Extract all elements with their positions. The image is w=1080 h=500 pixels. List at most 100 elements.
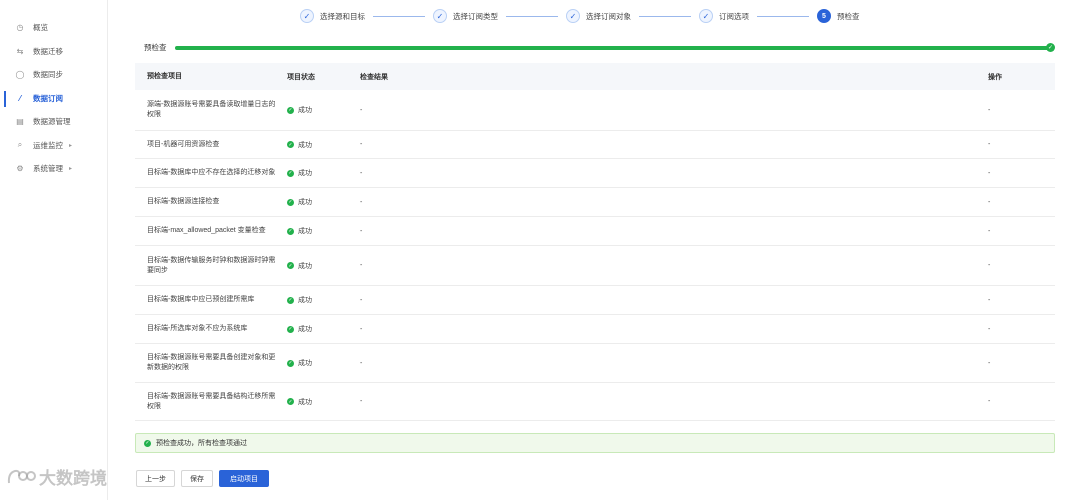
table-row: 目标端-max_allowed_packet 变量检查 ✓ 成功 - - <box>135 217 1055 246</box>
header-item: 预检查项目 <box>147 72 182 80</box>
step-item: ✓ 订阅选项 <box>699 9 749 23</box>
main-content: ✓ 选择源和目标 ✓ 选择订阅类型 ✓ 选择订阅对象 ✓ 订阅选项 5 预检查 预检查 ✓ 预检查… <box>122 0 1080 500</box>
precheck-progress-bar <box>175 45 1051 50</box>
header-result: 检查结果 <box>360 73 388 81</box>
status-badge: ✓ 成功 <box>287 105 312 115</box>
status-badge: ✓ 成功 <box>287 324 312 334</box>
header-action: 操作 <box>988 73 1002 81</box>
cell-item: 目标端-数据库中应已预创建所需库 <box>147 296 255 303</box>
cell-result: - <box>360 141 363 148</box>
sidebar-item-label: 数据同步 <box>33 70 63 80</box>
cell-action: - <box>988 398 991 405</box>
cell-status: ✓ 成功 <box>287 168 360 178</box>
check-icon: ✓ <box>433 9 447 23</box>
success-icon: ✓ <box>287 398 294 405</box>
cell-action: - <box>988 169 991 177</box>
cell-item: 源端-数据源账号需要具备读取增量日志的权限 <box>147 101 276 118</box>
save-button[interactable]: 保存 <box>181 470 213 487</box>
sidebar-item-label: 运维监控 <box>33 140 63 150</box>
table-row: 目标端-数据库中应已预创建所需库 ✓ 成功 - - <box>135 286 1055 315</box>
status-text: 成功 <box>298 297 312 304</box>
table-row: 目标端-数据库中应不存在选择的迁移对象 ✓ 成功 - - <box>135 159 1055 188</box>
success-icon: ✓ <box>287 227 294 235</box>
cell-result: - <box>360 296 363 304</box>
success-icon: ✓ <box>287 141 294 148</box>
precheck-table: 预检查项目 项目状态 检查结果 操作 源端-数据源账号需要具备读取增量日志的权限… <box>135 63 1055 421</box>
table-row: 目标端-数据源账号需要具备结构迁移所需权限 ✓ 成功 - - <box>135 383 1055 421</box>
settings-icon: ⚙ <box>16 164 24 174</box>
sync-icon: ◯ <box>15 70 25 80</box>
header-status: 项目状态 <box>287 73 315 81</box>
cell-status: ✓ 成功 <box>287 324 360 334</box>
status-badge: ✓ 成功 <box>287 397 312 407</box>
step-number-icon: 5 <box>817 9 831 23</box>
monitor-icon: ⌕ <box>17 140 23 150</box>
sidebar-item[interactable]: ◯ 数据同步 <box>0 63 107 87</box>
step-label: 选择订阅对象 <box>586 11 631 21</box>
step-connector <box>373 15 425 17</box>
action-buttons: 上一步 保存 启动项目 <box>136 470 269 487</box>
sidebar-item[interactable]: ⁄ 数据订阅 <box>0 87 107 111</box>
status-badge: ✓ 成功 <box>287 226 312 236</box>
step-item: ✓ 选择订阅类型 <box>433 9 498 23</box>
success-icon: ✓ <box>144 439 151 447</box>
status-text: 成功 <box>298 398 312 406</box>
cell-result: - <box>360 359 363 367</box>
step-connector <box>757 15 809 17</box>
sidebar-item[interactable]: ⌕ 运维监控 ▸ <box>0 134 107 158</box>
sidebar-item[interactable]: ▤ 数据源管理 <box>0 110 107 134</box>
chevron-right-icon: ▸ <box>69 166 73 173</box>
cell-item: 项目-机器可用资源检查 <box>147 140 220 148</box>
cell-result: - <box>360 169 363 177</box>
success-icon: ✓ <box>287 296 294 304</box>
cell-action: - <box>988 262 991 269</box>
cell-status: ✓ 成功 <box>287 226 360 236</box>
step-item: ✓ 选择订阅对象 <box>566 9 631 23</box>
step-item: ✓ 选择源和目标 <box>300 9 365 23</box>
status-text: 成功 <box>298 228 312 235</box>
cell-result: - <box>360 325 363 333</box>
cell-action: - <box>988 198 991 206</box>
success-banner: ✓ 预检查成功，所有检查项通过 <box>135 433 1055 453</box>
precheck-label: 预检查 <box>144 43 167 52</box>
table-row: 项目-机器可用资源检查 ✓ 成功 - - <box>135 131 1055 159</box>
success-icon: ✓ <box>287 106 294 114</box>
step-connector <box>639 15 691 17</box>
step-label: 选择订阅类型 <box>453 11 498 21</box>
table-row: 源端-数据源账号需要具备读取增量日志的权限 ✓ 成功 - - <box>135 90 1055 131</box>
status-text: 成功 <box>298 141 312 149</box>
status-text: 成功 <box>298 262 312 270</box>
status-badge: ✓ 成功 <box>287 295 312 305</box>
table-header: 预检查项目 项目状态 检查结果 操作 <box>135 63 1055 90</box>
cell-item: 目标端-max_allowed_packet 变量检查 <box>147 227 266 234</box>
table-body: 源端-数据源账号需要具备读取增量日志的权限 ✓ 成功 - - 项目-机器可用资源检查 ✓ 成功… <box>135 90 1055 421</box>
table-row: 目标端-数据源账号需要具备创建对象和更新数据的权限 ✓ 成功 - - <box>135 344 1055 383</box>
cell-action: - <box>988 227 991 235</box>
status-text: 成功 <box>298 199 312 206</box>
sidebar-item[interactable]: ◷ 概览 <box>0 16 107 40</box>
sidebar-item[interactable]: ⚙ 系统管理 ▸ <box>0 157 107 181</box>
progress-fill <box>175 45 1051 50</box>
cell-status: ✓ 成功 <box>287 397 360 407</box>
check-icon: ✓ <box>699 9 713 23</box>
banner-text: 预检查成功，所有检查项通过 <box>156 440 247 447</box>
dashboard-icon: ◷ <box>16 23 24 33</box>
status-badge: ✓ 成功 <box>287 358 312 368</box>
sidebar: ◷ 概览 ⇆ 数据迁移 ◯ 数据同步 ⁄ 数据订阅 ▤ 数据源管理 ⌕ 运维监控 ▸ ⚙ 系统管理 ▸ <box>0 0 108 500</box>
prev-step-button[interactable]: 上一步 <box>136 470 175 487</box>
app-root: ◷ 概览 ⇆ 数据迁移 ◯ 数据同步 ⁄ 数据订阅 ▤ 数据源管理 ⌕ 运维监控 ▸ ⚙ 系统管理 ▸ ✓ 选择… <box>0 0 1080 500</box>
migrate-icon: ⇆ <box>16 46 24 56</box>
cell-action: - <box>988 106 991 114</box>
success-icon: ✓ <box>287 198 294 206</box>
cell-status: ✓ 成功 <box>287 358 360 368</box>
status-text: 成功 <box>298 360 312 367</box>
cell-result: - <box>360 106 363 114</box>
status-badge: ✓ 成功 <box>287 197 312 207</box>
cell-item: 目标端-数据源账号需要具备创建对象和更新数据的权限 <box>147 354 276 371</box>
status-text: 成功 <box>298 107 312 114</box>
step-item: 5 预检查 <box>817 9 860 23</box>
start-project-button[interactable]: 启动项目 <box>219 470 269 487</box>
sidebar-item[interactable]: ⇆ 数据迁移 <box>0 40 107 64</box>
success-icon: ✓ <box>287 262 294 269</box>
cell-status: ✓ 成功 <box>287 105 360 115</box>
